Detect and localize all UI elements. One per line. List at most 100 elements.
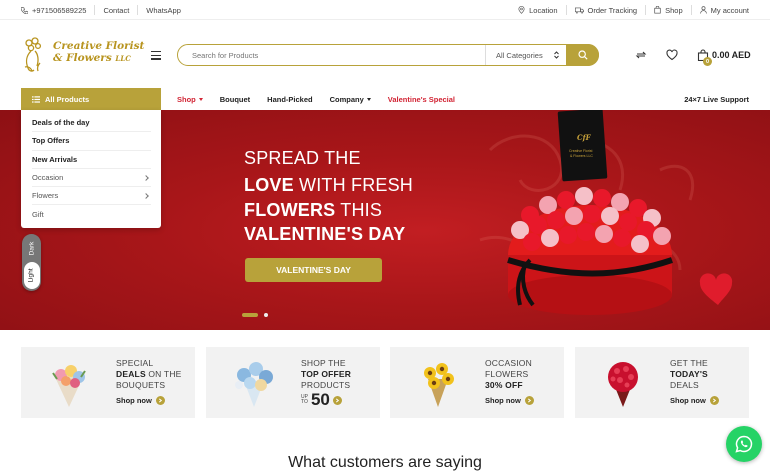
nav-hand-picked-label: Hand-Picked [267,94,313,104]
brand-line-1: Creative Florist [53,40,145,52]
red-rose-bouquet-image [608,362,638,407]
account-label: My account [710,5,749,15]
category-label: Flowers [32,191,59,201]
discount-number: 50 [310,390,330,409]
category-label: Gift [32,210,44,220]
nav-hand-picked[interactable]: Hand-Picked [267,95,312,104]
nav-bouquet[interactable]: Bouquet [220,95,250,104]
arrow-right-icon[interactable] [332,395,342,405]
carousel-dot-active[interactable] [242,313,258,317]
nav-shop-label: Shop [177,94,196,104]
nav-valentines-label: Valentine's Special [387,94,456,104]
whatsapp-link[interactable]: WhatsApp [138,5,181,15]
carousel-dot[interactable] [264,313,268,317]
compare-icon[interactable] [635,49,647,61]
brand-logo[interactable]: Creative Florist & Flowers LLC [20,37,144,77]
svg-text:& Flowers LLC: & Flowers LLC [570,154,593,158]
arrow-right-icon [524,396,534,405]
all-products-button[interactable]: All Products [21,88,161,110]
wishlist-heart-icon[interactable] [666,49,678,61]
header: Creative Florist & Flowers LLC All Categ… [0,20,770,90]
top-bar-right: Location Order Tracking Shop My account [510,0,749,20]
section-heading: What customers are saying [288,454,482,471]
promo-card-occasion[interactable]: OCCASION FLOWERS 30% OFF Shop now [390,347,564,418]
carousel-dots [242,313,268,317]
cart-count-badge: 0 [703,57,712,66]
promo-text: GET THE TODAY'S DEALS [670,358,708,391]
whatsapp-chat-button[interactable] [726,426,762,462]
shop-now-link[interactable]: Shop now [670,396,719,405]
hero-line-2-rest: WITH FRESH [293,175,414,195]
select-arrows-icon [554,51,559,59]
promo-bold: DEALS [116,369,146,379]
shop-now-label: Shop now [116,396,152,405]
nav-company-label: Company [329,94,364,104]
phone-link[interactable]: +971506589225 [21,5,96,15]
category-select[interactable]: All Categories [485,45,565,65]
promo-card-top-offer[interactable]: SHOP THE TOP OFFER PRODUCTS UP TO 50 [206,347,380,418]
theme-light-option[interactable]: Light [23,262,40,289]
nav-bouquet-label: Bouquet [219,94,251,104]
shop-now-link[interactable]: Shop now [485,396,534,405]
hero-headline-line-1: SPREAD THE [244,148,361,168]
hero-flowers-word: FLOWERS [244,200,336,220]
promo-line: SHOP THE [301,358,346,368]
theme-toggle[interactable]: Dark Light [22,234,41,291]
hero-headline-line-2: LOVE WITH FRESH [244,175,413,196]
promo-bold: 30% OFF [485,380,523,390]
cart-total[interactable]: 0.00 AED [712,50,751,60]
order-tracking-label: Order Tracking [587,5,638,15]
hero-rose-box-image: CfF Creative Florist & Flowers LLC [479,110,733,315]
category-item-top-offers[interactable]: Top Offers [32,132,151,151]
upto-label: UP TO [301,394,308,406]
hero-cta-button[interactable]: VALENTINE'S DAY [245,258,382,282]
phone-number: +971506589225 [32,5,87,15]
promo-bold: TODAY'S [670,369,708,379]
shop-now-link[interactable]: Shop now [116,396,165,405]
bouquet-image [52,365,86,407]
promo-line: BOUQUETS [116,380,166,390]
svg-text:Creative Florist: Creative Florist [569,149,593,153]
flower-logo-icon [24,37,42,72]
nav-valentines-special[interactable]: Valentine's Special [388,95,455,104]
whatsapp-label: WhatsApp [146,5,181,15]
category-label: New Arrivals [32,154,78,164]
phone-icon [21,6,28,14]
shop-now-label: Shop now [485,396,521,405]
promo-line: SPECIAL [116,358,154,368]
promo-bold: TOP OFFER [301,369,352,379]
theme-dark-option[interactable]: Dark [22,236,41,260]
live-support[interactable]: 24×7 Live Support [684,88,749,110]
shop-link[interactable]: Shop [646,5,692,15]
promo-card-todays-deals[interactable]: GET THE TODAY'S DEALS Shop now [575,347,749,418]
nav-company[interactable]: Company [330,95,371,104]
svg-text:CfF: CfF [577,133,592,142]
contact-link[interactable]: Contact [95,5,139,15]
category-item-flowers[interactable]: Flowers [32,187,151,206]
search-button[interactable] [566,43,599,66]
category-label: Occasion [32,173,64,183]
account-link[interactable]: My account [692,5,749,15]
category-item-new-arrivals[interactable]: New Arrivals [32,151,151,169]
hero-headline-line-3: FLOWERS THIS [244,200,382,221]
category-item-occasion[interactable]: Occasion [32,169,151,188]
chevron-right-icon [143,174,149,181]
category-item-gift[interactable]: Gift [32,205,151,223]
search-input[interactable] [192,48,472,62]
promo-card-deals[interactable]: SPECIAL DEALS ON THE BOUQUETS Shop now [21,347,195,418]
category-label: Deals of the day [32,118,90,128]
promo-line: GET THE [670,358,708,368]
menu-icon[interactable] [151,51,161,60]
search-bar: All Categories [177,43,599,66]
order-tracking-link[interactable]: Order Tracking [567,5,647,15]
shop-now-label: Shop now [670,396,706,405]
location-link[interactable]: Location [510,5,567,15]
all-products-label: All Products [45,94,90,104]
list-icon [32,95,40,103]
location-pin-icon [518,6,525,14]
chevron-down-icon [198,98,203,102]
arrow-right-icon [155,396,165,405]
nav-shop[interactable]: Shop [177,95,203,104]
category-item-deals[interactable]: Deals of the day [32,114,151,133]
truck-icon [574,7,584,14]
